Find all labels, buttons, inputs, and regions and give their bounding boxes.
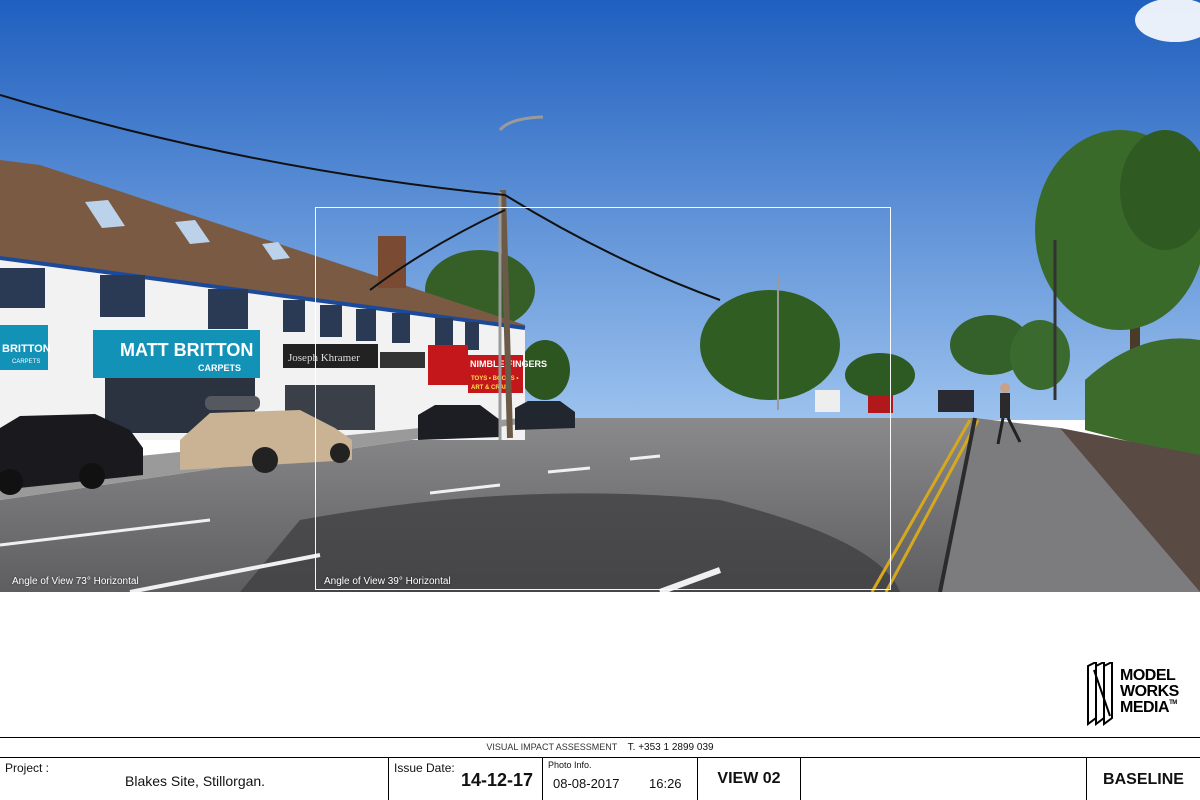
shop-sign-britton-partial: BRITTON <box>2 343 51 355</box>
blank-cell <box>801 758 1087 800</box>
title-block: Project : Blakes Site, Stillorgan. Issue… <box>0 757 1200 800</box>
issue-date-cell: Issue Date: 14-12-17 <box>389 758 543 800</box>
logo-tm: TM <box>1169 700 1177 706</box>
status-cell: BASELINE <box>1087 758 1200 800</box>
project-value: Blakes Site, Stillorgan. <box>125 773 266 789</box>
logo-line-model: MODEL <box>1120 667 1176 684</box>
angle-of-view-73-label: Angle of View 73° Horizontal <box>12 576 139 587</box>
photo-time: 16:26 <box>649 776 682 791</box>
shop-sign-britton-partial-sub: CARPETS <box>12 359 40 365</box>
logo-line-media: MEDIA <box>1120 699 1170 716</box>
view-number: VIEW 02 <box>717 770 781 787</box>
shop-sign-joseph-khramer: Joseph Khramer <box>288 352 360 364</box>
shop-sign-matt-britton: MATT BRITTON <box>120 340 253 360</box>
view-cell: VIEW 02 <box>698 758 801 800</box>
angle-of-view-39-label: Angle of View 39° Horizontal <box>324 576 451 587</box>
photo-date: 08-08-2017 <box>553 776 620 791</box>
status-value: BASELINE <box>1103 771 1184 788</box>
shop-sign-carpets: CARPETS <box>198 363 241 373</box>
document-type: VISUAL IMPACT ASSESSMENT <box>486 742 618 752</box>
model-works-media-logo: MODEL WORKS MEDIATM <box>1086 660 1194 728</box>
project-cell: Project : Blakes Site, Stillorgan. <box>0 758 389 800</box>
issue-date-label: Issue Date: <box>394 761 455 775</box>
logo-line-works: WORKS <box>1120 683 1179 700</box>
logo-mark-icon <box>1087 662 1113 726</box>
photo-info-label: Photo Info. <box>548 760 592 770</box>
project-label: Project : <box>5 761 50 775</box>
site-photograph: MATT BRITTON CARPETS BRITTON CARPETS Jos… <box>0 0 1200 592</box>
subtitle-bar: VISUAL IMPACT ASSESSMENT T. +353 1 2899 … <box>0 737 1200 757</box>
logo-text: MODEL WORKS MEDIATM <box>1120 668 1179 716</box>
issue-date-value: 14-12-17 <box>461 770 534 790</box>
phone-number: T. +353 1 2899 039 <box>627 742 714 753</box>
photo-info-cell: Photo Info. 08-08-2017 16:26 <box>543 758 698 800</box>
